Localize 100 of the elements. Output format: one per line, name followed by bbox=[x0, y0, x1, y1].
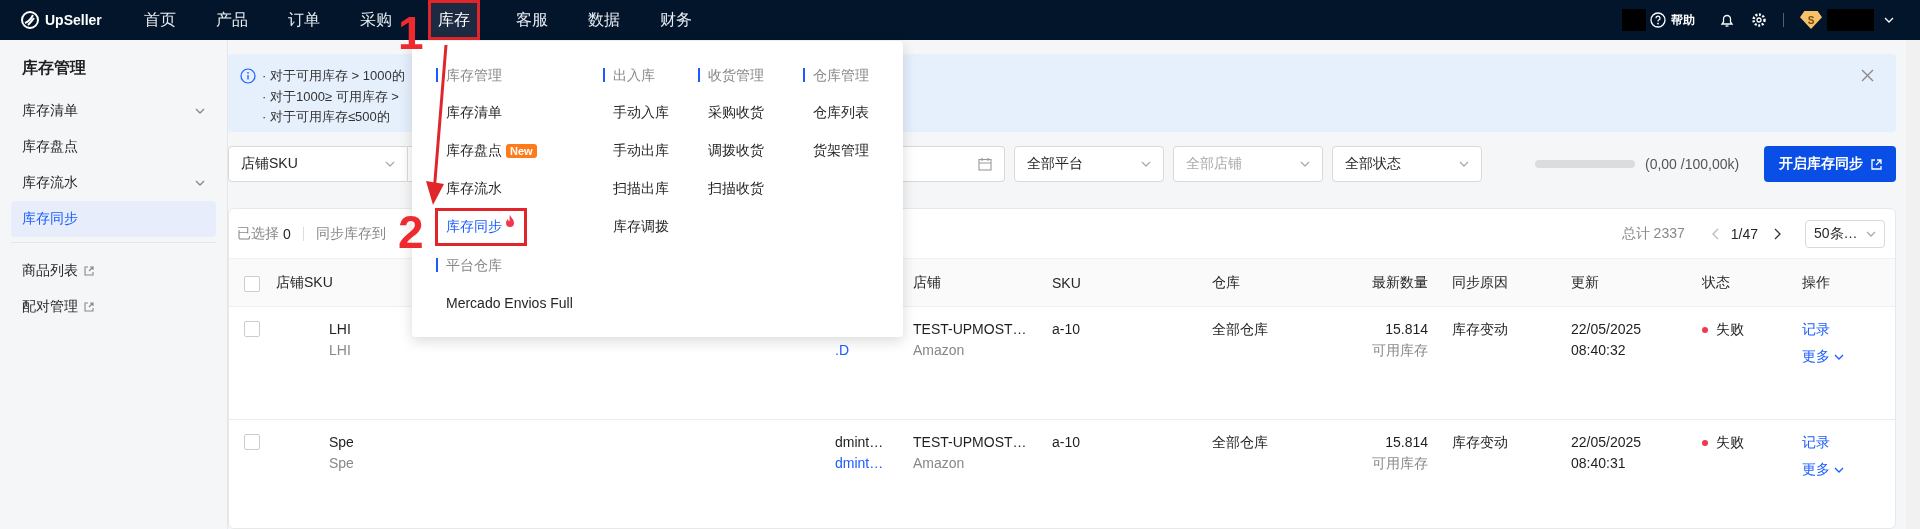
external-link-icon[interactable] bbox=[84, 302, 94, 312]
select-field[interactable]: 全部状态 bbox=[1332, 146, 1482, 182]
nav-tab[interactable]: 首页 bbox=[140, 0, 180, 40]
chevron-right-icon[interactable] bbox=[1774, 227, 1781, 240]
menu-section-title: 平台仓库 bbox=[436, 258, 603, 272]
warehouse: 全部仓库 bbox=[1212, 434, 1268, 450]
record-link[interactable]: 记录 bbox=[1802, 319, 1830, 340]
update-time: 08:40:32 bbox=[1571, 341, 1626, 360]
chevron-down-icon bbox=[1459, 161, 1469, 167]
platform-name: Amazon bbox=[913, 454, 965, 473]
listing-link[interactable]: .D bbox=[835, 340, 849, 361]
sidebar-item[interactable]: 库存流水 bbox=[11, 165, 216, 201]
selected-count-label: 已选择 bbox=[237, 224, 279, 243]
settings-icon[interactable] bbox=[1751, 12, 1767, 28]
page-indicator: 1/47 bbox=[1730, 225, 1758, 242]
nav-tab[interactable]: 数据 bbox=[584, 0, 624, 40]
menu-item[interactable]: 仓库列表 bbox=[803, 94, 869, 132]
menu-section-title: 出入库 bbox=[603, 68, 698, 82]
nav-tab[interactable]: 财务 bbox=[656, 0, 696, 40]
column-header: 状态 bbox=[1701, 273, 1731, 292]
sidebar-item[interactable]: 库存同步 bbox=[11, 201, 216, 237]
nav-tab[interactable]: 产品 bbox=[212, 0, 252, 40]
start-sync-button[interactable]: 开启库存同步 bbox=[1764, 146, 1896, 182]
redaction-block bbox=[1622, 9, 1646, 31]
sku-name: LHI bbox=[329, 320, 351, 339]
bell-icon[interactable] bbox=[1719, 12, 1735, 28]
more-link[interactable]: 更多 bbox=[1802, 346, 1844, 367]
scrollbar[interactable] bbox=[1906, 40, 1920, 529]
column-header: 仓库 bbox=[1211, 273, 1241, 292]
sku-subtext: Spe bbox=[329, 454, 354, 473]
quantity-note: 可用库存 bbox=[1372, 341, 1428, 360]
total-count: 总计 2337 bbox=[1621, 224, 1685, 243]
sync-reason: 库存变动 bbox=[1452, 321, 1508, 337]
menu-item[interactable]: 库存流水 bbox=[436, 170, 502, 208]
page-size-select[interactable]: 50条… bbox=[1805, 219, 1885, 248]
checkbox[interactable] bbox=[244, 434, 260, 450]
menu-item[interactable]: 库存调拨 bbox=[603, 208, 669, 246]
quantity-note: 可用库存 bbox=[1372, 454, 1428, 473]
more-link[interactable]: 更多 bbox=[1802, 459, 1844, 480]
sidebar-item[interactable]: 配对管理 bbox=[11, 289, 216, 325]
menu-item[interactable]: 货架管理 bbox=[803, 132, 869, 170]
logo-text: UpSeller bbox=[45, 12, 102, 28]
nav-tab[interactable]: 库存 bbox=[428, 0, 480, 40]
help-link[interactable]: 帮助 bbox=[1671, 11, 1695, 29]
new-badge: New bbox=[506, 144, 537, 158]
menu-item[interactable]: Mercado Envios Full bbox=[436, 284, 573, 322]
menu-item[interactable]: 采购收货 bbox=[698, 94, 764, 132]
listing-id: dmint… bbox=[835, 433, 884, 452]
close-icon[interactable] bbox=[1861, 69, 1874, 82]
menu-item[interactable]: 库存清单 bbox=[436, 94, 502, 132]
calendar-icon bbox=[978, 157, 992, 171]
chevron-down-icon bbox=[1141, 161, 1151, 167]
notice-text: · 对于可用库存 > 1000的 bbox=[262, 67, 405, 85]
redaction-block bbox=[1827, 9, 1874, 31]
platform-name: Amazon bbox=[913, 341, 965, 360]
select-field[interactable]: 店铺SKU bbox=[228, 146, 408, 182]
menu-item[interactable]: 手动入库 bbox=[603, 94, 669, 132]
notice-text: · 对于1000≥ 可用库存 > bbox=[262, 87, 400, 106]
logo-icon bbox=[20, 10, 40, 30]
chevron-left-icon[interactable] bbox=[1711, 227, 1719, 240]
checkbox[interactable] bbox=[244, 275, 260, 292]
sync-to-store-link[interactable]: 同步库存到 bbox=[315, 224, 386, 243]
menu-item[interactable]: 扫描收货 bbox=[698, 170, 764, 208]
avatar[interactable]: S bbox=[1800, 11, 1822, 29]
sidebar-item[interactable]: 库存清单 bbox=[11, 93, 216, 129]
menu-item[interactable]: 库存同步 bbox=[435, 208, 527, 246]
quantity: 15.814 bbox=[1385, 433, 1428, 452]
sidebar-item[interactable]: 库存盘点 bbox=[11, 129, 216, 165]
chevron-down-icon bbox=[1834, 466, 1844, 473]
quota-reading: (0,00 /100,00k) bbox=[1645, 156, 1740, 172]
nav-tab[interactable]: 采购 bbox=[356, 0, 396, 40]
checkbox[interactable] bbox=[244, 321, 260, 337]
warehouse: 全部仓库 bbox=[1212, 321, 1268, 337]
select-field[interactable]: 全部平台 bbox=[1014, 146, 1164, 182]
sidebar-item[interactable]: 商品列表 bbox=[11, 253, 216, 289]
listing-link[interactable]: dmint… bbox=[835, 453, 884, 474]
chevron-down-icon bbox=[1866, 230, 1876, 237]
status-text: 失败 bbox=[1716, 433, 1744, 452]
update-time: 08:40:31 bbox=[1571, 454, 1626, 473]
column-header: 操作 bbox=[1801, 273, 1831, 292]
quantity: 15.814 bbox=[1385, 320, 1428, 339]
record-link[interactable]: 记录 bbox=[1802, 432, 1830, 453]
menu-item[interactable]: 手动出库 bbox=[603, 132, 669, 170]
menu-item[interactable]: 库存盘点 New bbox=[436, 132, 537, 170]
nav-tab[interactable]: 订单 bbox=[284, 0, 324, 40]
menu-item[interactable]: 扫描出库 bbox=[603, 170, 669, 208]
external-link-icon bbox=[1870, 158, 1882, 170]
selected-count: 0 bbox=[283, 225, 291, 242]
external-link-icon[interactable] bbox=[84, 266, 94, 276]
info-icon bbox=[240, 68, 256, 84]
menu-item[interactable]: 调拨收货 bbox=[698, 132, 764, 170]
step-number: 2 bbox=[398, 209, 424, 255]
update-date: 22/05/2025 bbox=[1571, 433, 1642, 452]
column-header: 同步原因 bbox=[1451, 273, 1509, 292]
chevron-down-icon bbox=[1300, 161, 1310, 167]
store-name: TEST-UPMOST… bbox=[913, 320, 1027, 339]
column-header: 最新数量 bbox=[1371, 273, 1429, 292]
help-icon[interactable] bbox=[1650, 12, 1666, 28]
column-header: 店铺SKU bbox=[275, 273, 334, 292]
nav-tab[interactable]: 客服 bbox=[512, 0, 552, 40]
